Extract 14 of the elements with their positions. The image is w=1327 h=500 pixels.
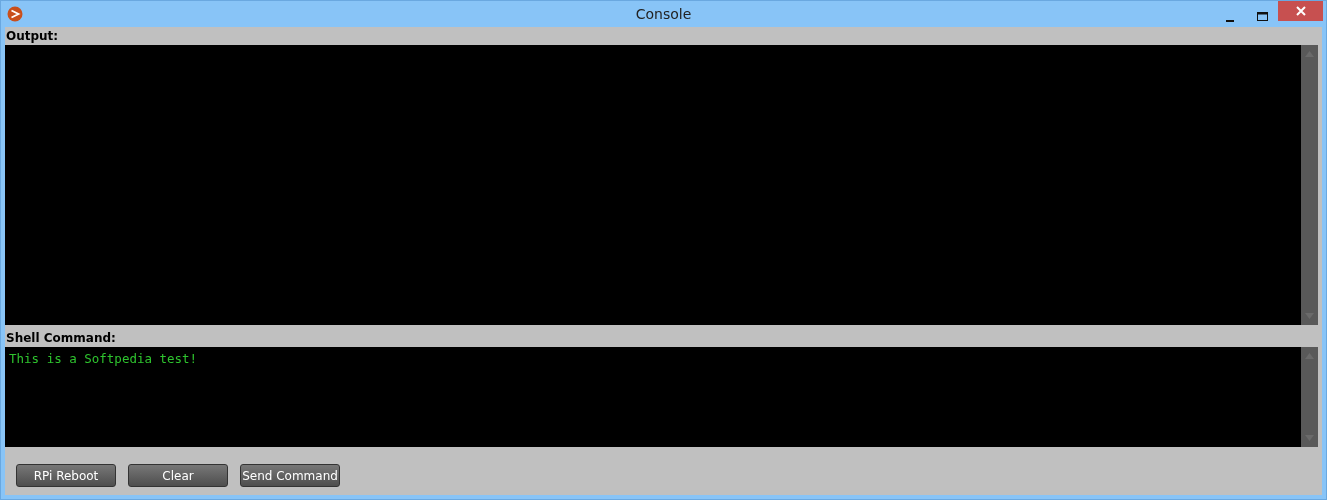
- action-button[interactable]: RPi Reboot: [16, 464, 116, 487]
- output-label: Output:: [5, 28, 60, 45]
- app-logo-icon: [7, 6, 23, 22]
- window-title: Console: [635, 4, 692, 24]
- action-button[interactable]: Send Command: [240, 464, 340, 487]
- scrollbar[interactable]: [1301, 347, 1318, 447]
- maximize-icon: [1256, 12, 1268, 22]
- action-button[interactable]: Clear: [128, 464, 228, 487]
- scrollbar[interactable]: [1301, 45, 1318, 325]
- shell-command-label: Shell Command:: [5, 330, 117, 347]
- close-icon: [1295, 6, 1306, 16]
- minimize-icon: [1226, 19, 1234, 22]
- close-button[interactable]: [1278, 1, 1323, 21]
- command-input[interactable]: This is a Softpedia test!: [5, 347, 1301, 447]
